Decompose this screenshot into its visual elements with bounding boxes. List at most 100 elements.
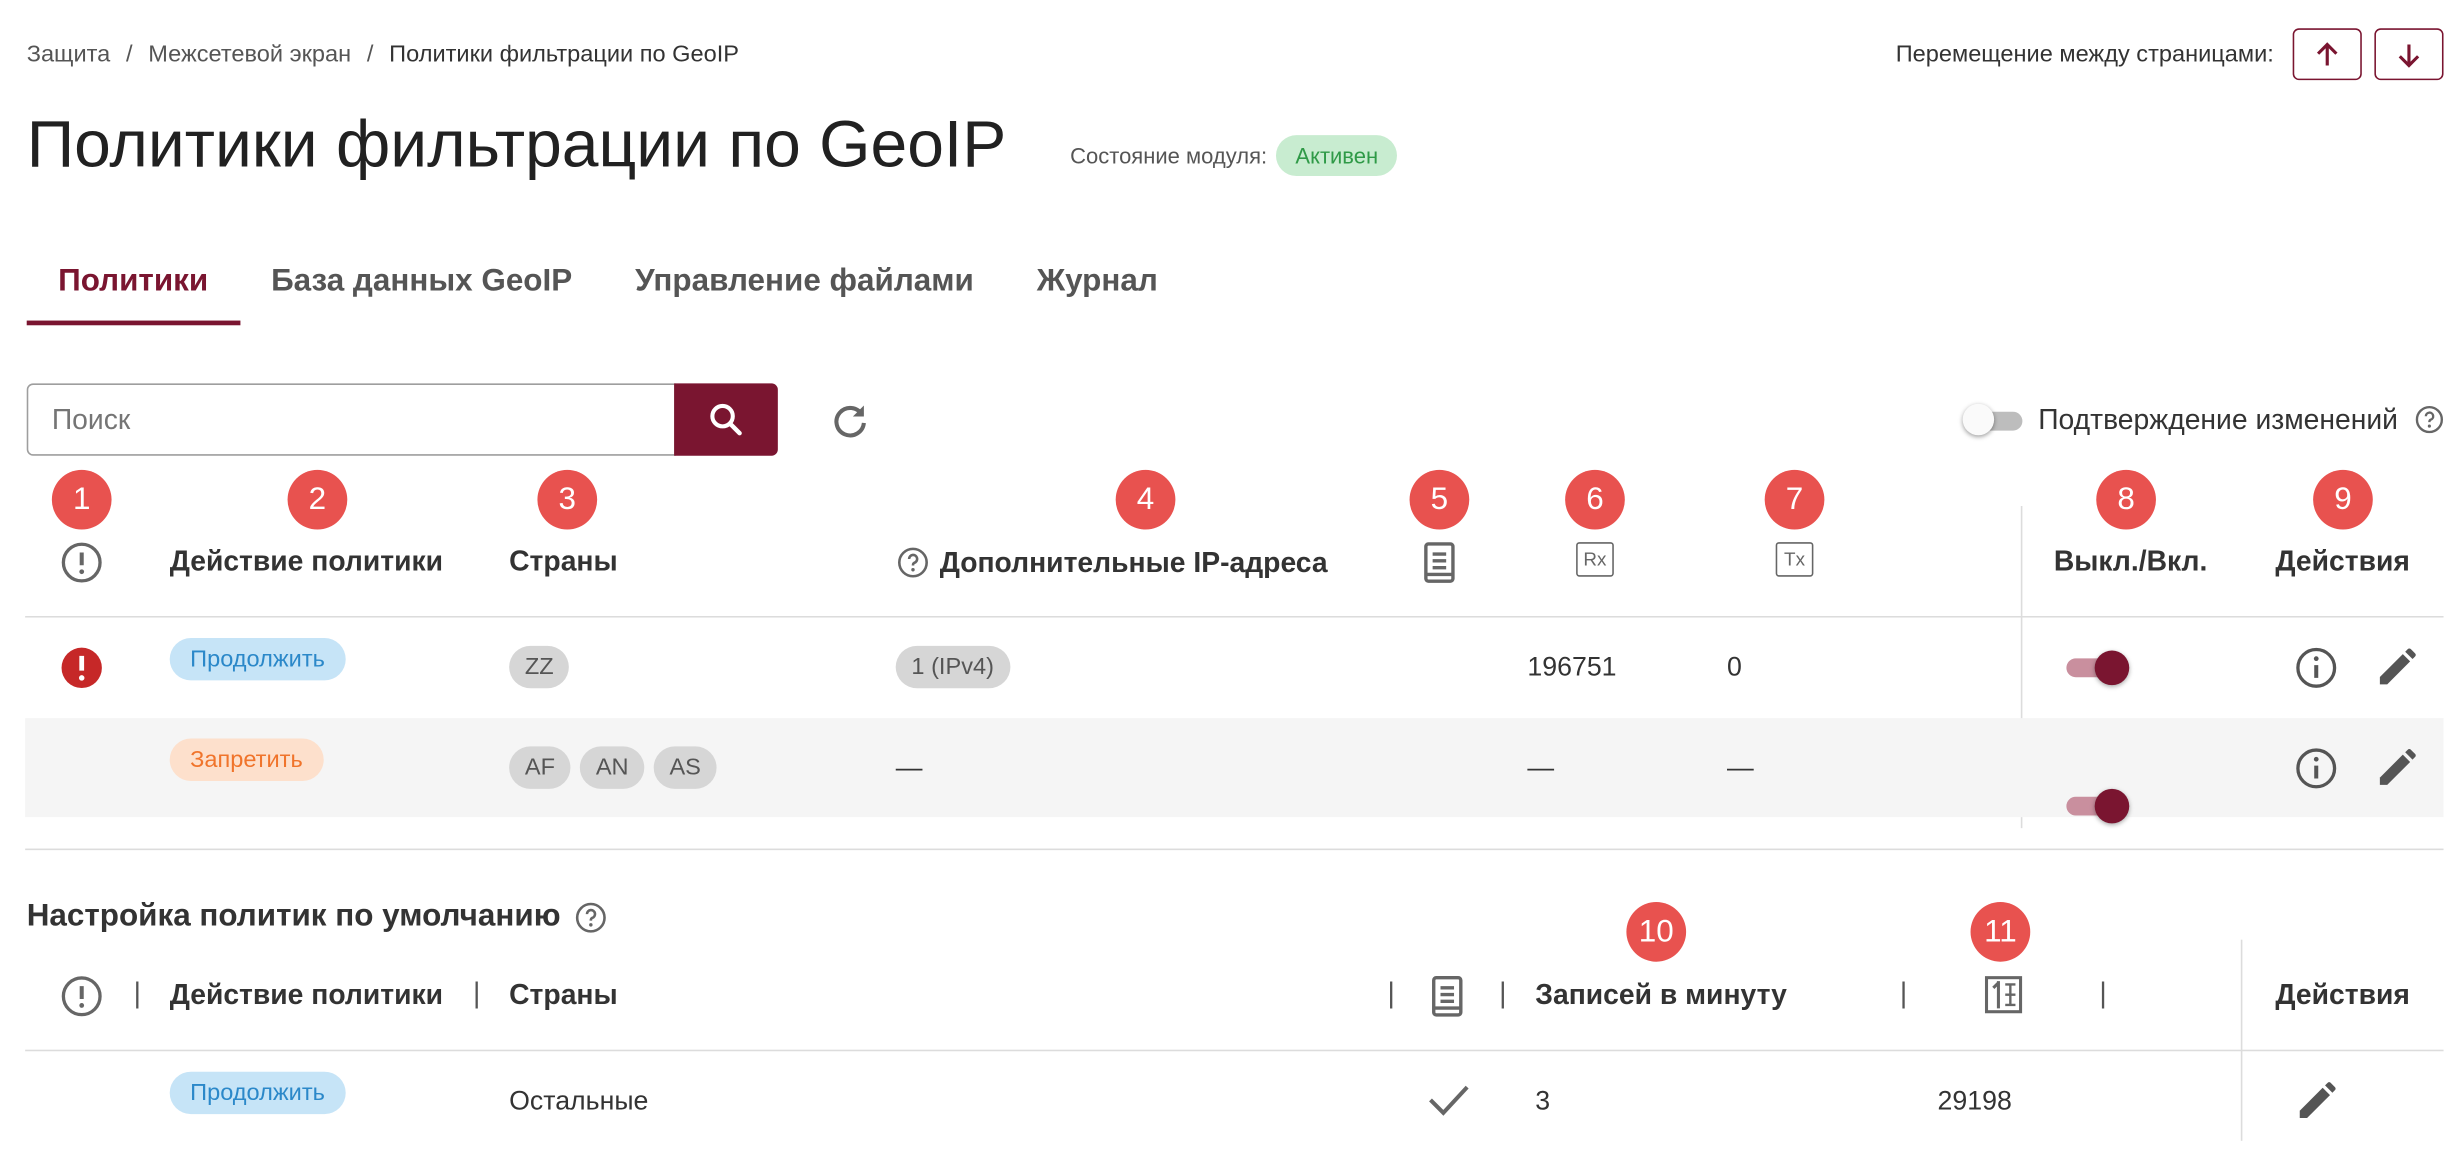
- help-icon[interactable]: [573, 900, 608, 935]
- marker-badge: 10: [1626, 901, 1687, 962]
- tab-file-management[interactable]: Управление файлами: [604, 251, 1006, 320]
- extra-ips-cell: 1 (IPv4): [895, 645, 1010, 689]
- column-separator: |: [2099, 977, 2107, 1009]
- breadcrumb-separator: /: [366, 40, 374, 68]
- counter-icon: [1984, 976, 2023, 1014]
- document-icon: [1432, 975, 1463, 1017]
- confirm-changes-toggle[interactable]: [1962, 402, 2023, 437]
- edit-icon[interactable]: [2294, 1080, 2338, 1124]
- confirm-changes: Подтверждение изменений: [1962, 402, 2445, 437]
- tab-policies[interactable]: Политики: [26, 251, 240, 326]
- marker-badge: 2: [287, 469, 348, 530]
- country-chip: AF: [509, 746, 571, 789]
- search-input[interactable]: Поиск: [26, 383, 676, 456]
- marker-badge: 4: [1115, 469, 1176, 530]
- page-navigation: Перемещение между страницами:: [1895, 28, 2444, 81]
- marker-badge: 1: [51, 469, 112, 530]
- column-header-records-per-minute: Записей в минуту: [1535, 978, 1787, 1011]
- column-separator: |: [1899, 977, 1908, 1009]
- countries-value: Остальные: [509, 1085, 649, 1116]
- country-list: ZZ: [509, 645, 570, 689]
- country-chip: AN: [580, 746, 645, 789]
- info-icon[interactable]: [2294, 646, 2338, 690]
- marker-badge: 8: [2096, 469, 2156, 530]
- defaults-section-header: Настройка политик по умолчанию: [27, 899, 608, 935]
- exclamation-circle-icon: [61, 976, 102, 1017]
- column-header-tx-icon: Tx: [1775, 542, 1814, 577]
- counter-value: 29198: [1937, 1085, 2012, 1116]
- exclamation-circle-icon: [61, 542, 102, 583]
- table-row: Продолжить: [169, 637, 346, 681]
- tab-log[interactable]: Журнал: [1005, 251, 1189, 320]
- search-button[interactable]: [674, 383, 778, 456]
- ip-count-chip[interactable]: 1 (IPv4): [895, 645, 1010, 689]
- breadcrumb-item-protection[interactable]: Защита: [27, 41, 111, 68]
- search-icon: [710, 403, 742, 436]
- table-row: Продолжить: [169, 1071, 346, 1115]
- column-header-extra-ips[interactable]: Дополнительные IP-адреса: [896, 545, 1328, 580]
- action-chip: Запретить: [169, 738, 324, 781]
- country-chip: ZZ: [509, 645, 570, 689]
- column-divider: [2240, 939, 2243, 1141]
- breadcrumb: Защита / Межсетевой экран / Политики фил…: [27, 41, 739, 68]
- country-list: AF AN AS: [509, 746, 717, 789]
- column-header-action[interactable]: Действие политики: [170, 545, 443, 578]
- column-header-actions: Действия: [2275, 545, 2410, 577]
- marker-badge: 5: [1409, 469, 1470, 530]
- previous-page-button[interactable]: [2292, 28, 2362, 81]
- module-status-label: Состояние модуля:: [1070, 142, 1268, 169]
- marker-badge: 3: [537, 469, 598, 530]
- rx-value: 196751: [1527, 652, 1617, 682]
- policy-enable-toggle[interactable]: [2066, 787, 2130, 825]
- column-header-countries[interactable]: Страны: [509, 545, 618, 578]
- search-placeholder: Поиск: [51, 403, 131, 435]
- page-navigation-label: Перемещение между страницами:: [1895, 40, 2274, 68]
- document-icon: [1424, 542, 1455, 583]
- status-badge: Активен: [1276, 135, 1397, 176]
- extra-ips-value: —: [895, 752, 923, 783]
- marker-badge: 9: [2313, 469, 2373, 530]
- tab-geoip-database[interactable]: База данных GeoIP: [240, 251, 604, 320]
- refresh-icon: [834, 405, 866, 438]
- marker-badge: 6: [1565, 469, 1625, 530]
- warning-icon: [61, 647, 102, 689]
- arrow-up-icon: [2316, 41, 2338, 65]
- column-separator: |: [1387, 977, 1395, 1009]
- help-icon[interactable]: [896, 545, 931, 580]
- action-chip: Продолжить: [169, 1071, 346, 1115]
- column-header-toggle: Выкл./Вкл.: [2053, 545, 2208, 577]
- column-separator: |: [1499, 977, 1507, 1009]
- edit-icon[interactable]: [2374, 746, 2418, 790]
- column-header-rx-icon: Rx: [1576, 542, 1614, 577]
- action-chip: Продолжить: [169, 637, 346, 681]
- breadcrumb-item-firewall[interactable]: Межсетевой экран: [148, 41, 351, 68]
- tx-value: —: [1726, 752, 1754, 783]
- header-divider: [25, 1049, 2444, 1052]
- breadcrumb-item-current: Политики фильтрации по GeoIP: [389, 40, 740, 68]
- action-cell: Запретить: [169, 738, 324, 781]
- checkmark-icon: [1429, 1085, 1469, 1116]
- tx-value: 0: [1726, 652, 1742, 682]
- edit-icon[interactable]: [2374, 646, 2418, 690]
- page-title: Политики фильтрации по GeoIP: [26, 106, 1007, 181]
- refresh-button[interactable]: [828, 399, 872, 443]
- policy-enable-toggle[interactable]: [2066, 649, 2130, 687]
- help-icon[interactable]: [2414, 404, 2445, 435]
- confirm-changes-label: Подтверждение изменений: [2038, 403, 2398, 435]
- column-header-countries: Страны: [509, 978, 618, 1011]
- column-header-extra-ips-label: Дополнительные IP-адреса: [939, 546, 1328, 578]
- column-separator: |: [472, 977, 481, 1009]
- module-status: Состояние модуля: Активен: [1070, 135, 1397, 176]
- arrow-down-icon: [2398, 43, 2420, 67]
- column-header-action: Действие политики: [169, 978, 444, 1011]
- marker-badge: 11: [1970, 901, 2031, 962]
- info-icon[interactable]: [2294, 746, 2338, 790]
- section-title: Настройка политик по умолчанию: [26, 898, 561, 934]
- records-per-minute-value: 3: [1535, 1085, 1551, 1116]
- rx-value: —: [1527, 752, 1555, 783]
- section-divider: [25, 848, 2444, 851]
- column-separator: |: [133, 977, 141, 1009]
- country-chip: AS: [653, 746, 717, 789]
- marker-badge: 7: [1764, 469, 1825, 530]
- next-page-button[interactable]: [2374, 28, 2444, 81]
